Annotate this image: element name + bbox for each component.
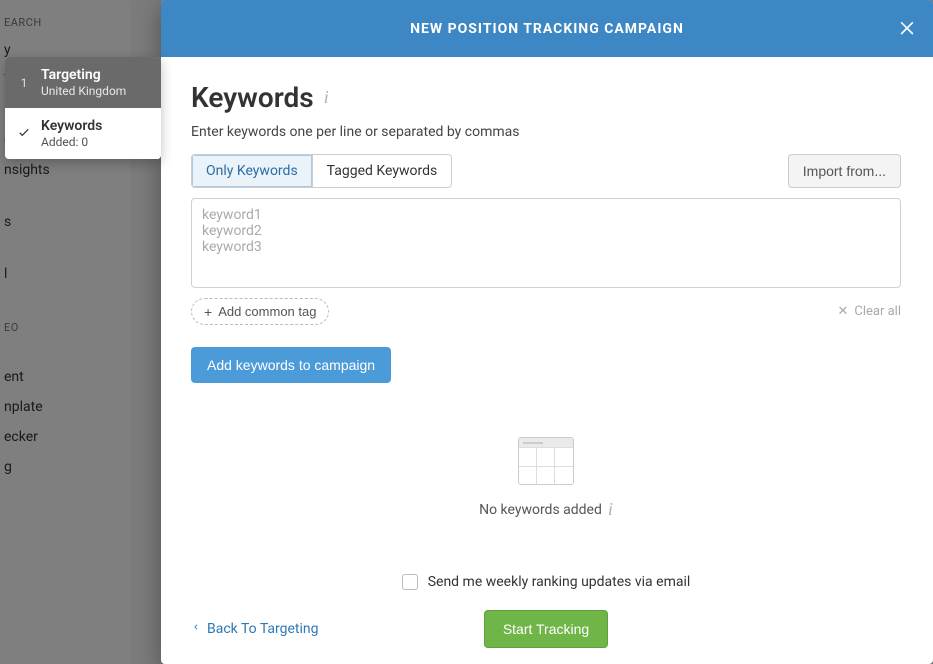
add-keywords-button[interactable]: Add keywords to campaign [191, 347, 391, 383]
empty-illustration-icon [518, 437, 574, 485]
import-button[interactable]: Import from... [788, 154, 901, 188]
modal-body: Keywords i Enter keywords one per line o… [161, 57, 933, 664]
close-button[interactable] [897, 17, 917, 41]
page-title: Keywords [191, 81, 314, 114]
position-tracking-modal: NEW POSITION TRACKING CAMPAIGN Keywords … [161, 0, 933, 664]
check-icon [17, 124, 31, 143]
back-to-targeting-link[interactable]: Back To Targeting [191, 620, 319, 638]
empty-text: No keywords added [479, 502, 602, 518]
clear-all-button[interactable]: ✕ Clear all [837, 304, 901, 319]
modal-title: NEW POSITION TRACKING CAMPAIGN [410, 21, 684, 37]
wizard-step-panel: 1 Targeting United Kingdom Keywords Adde… [5, 57, 161, 159]
keyword-type-tabs: Only Keywords Tagged Keywords [191, 154, 452, 188]
step-subtitle: Added: 0 [41, 135, 102, 149]
add-tag-label: Add common tag [218, 304, 316, 319]
info-icon[interactable]: i [324, 87, 329, 108]
keywords-textarea[interactable] [191, 198, 901, 288]
step-subtitle: United Kingdom [41, 84, 126, 98]
weekly-updates-checkbox[interactable] [402, 574, 418, 590]
step-number: 1 [17, 76, 31, 90]
wizard-step-keywords[interactable]: Keywords Added: 0 [5, 108, 161, 159]
step-title: Keywords [41, 118, 102, 135]
info-icon[interactable]: i [608, 499, 613, 520]
start-tracking-button[interactable]: Start Tracking [484, 610, 608, 648]
add-common-tag-button[interactable]: + Add common tag [191, 298, 329, 325]
modal-header: NEW POSITION TRACKING CAMPAIGN [161, 0, 933, 57]
chevron-left-icon [191, 620, 201, 638]
close-icon: ✕ [837, 304, 848, 319]
tab-tagged-keywords[interactable]: Tagged Keywords [312, 155, 452, 187]
wizard-step-targeting[interactable]: 1 Targeting United Kingdom [5, 57, 161, 108]
clear-all-label: Clear all [854, 304, 901, 319]
tab-only-keywords[interactable]: Only Keywords [192, 155, 312, 187]
weekly-updates-label: Send me weekly ranking updates via email [428, 574, 691, 590]
step-title: Targeting [41, 67, 126, 84]
hint-text: Enter keywords one per line or separated… [191, 124, 901, 140]
empty-state: No keywords added i [191, 423, 901, 534]
plus-icon: + [204, 305, 212, 319]
close-icon [897, 17, 917, 37]
back-label: Back To Targeting [207, 621, 319, 637]
